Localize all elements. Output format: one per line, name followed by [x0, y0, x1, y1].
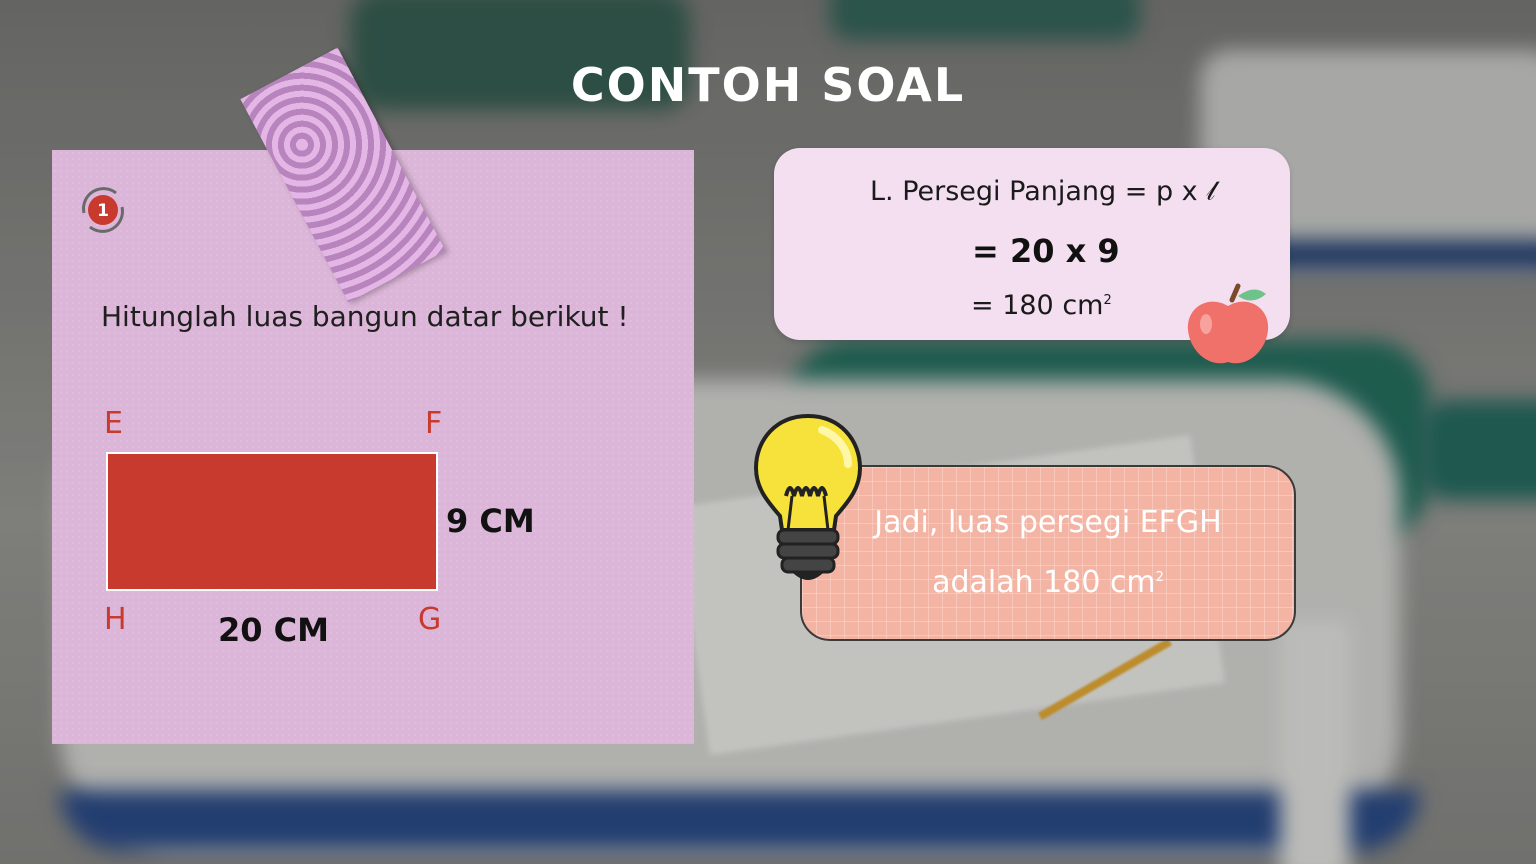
formula-line-3: = 180 cm2 [971, 290, 1112, 321]
number-badge-icon: 1 [82, 187, 124, 233]
conclusion-line-1: Jadi, luas persegi EFGH [874, 505, 1222, 540]
lightbulb-icon [753, 413, 863, 580]
height-label: 9 CM [446, 502, 535, 540]
slide-title: CONTOH SOAL [570, 58, 966, 112]
conclusion-box: Jadi, luas persegi EFGH adalah 180 cm2 [800, 465, 1296, 641]
rectangle-efgh [106, 452, 438, 591]
question-text: Hitunglah luas bangun datar berikut ! [101, 300, 629, 333]
vertex-label-f: F [425, 406, 443, 441]
formula-line-2: = 20 x 9 [972, 232, 1120, 270]
vertex-label-h: H [104, 602, 127, 637]
width-label: 20 CM [218, 611, 329, 649]
conclusion-exponent: 2 [1155, 570, 1164, 585]
formula-exponent: 2 [1103, 293, 1112, 308]
formula-line-1: L. Persegi Panjang = p x 𝓁 [870, 176, 1216, 207]
apple-icon [1187, 283, 1269, 364]
vertex-label-e: E [104, 406, 123, 441]
conclusion-line-2: adalah 180 cm2 [802, 565, 1294, 600]
conclusion-result: adalah 180 cm [932, 565, 1156, 600]
formula-result: = 180 cm [971, 290, 1104, 321]
vertex-label-g: G [418, 602, 442, 637]
question-number: 1 [97, 201, 109, 221]
